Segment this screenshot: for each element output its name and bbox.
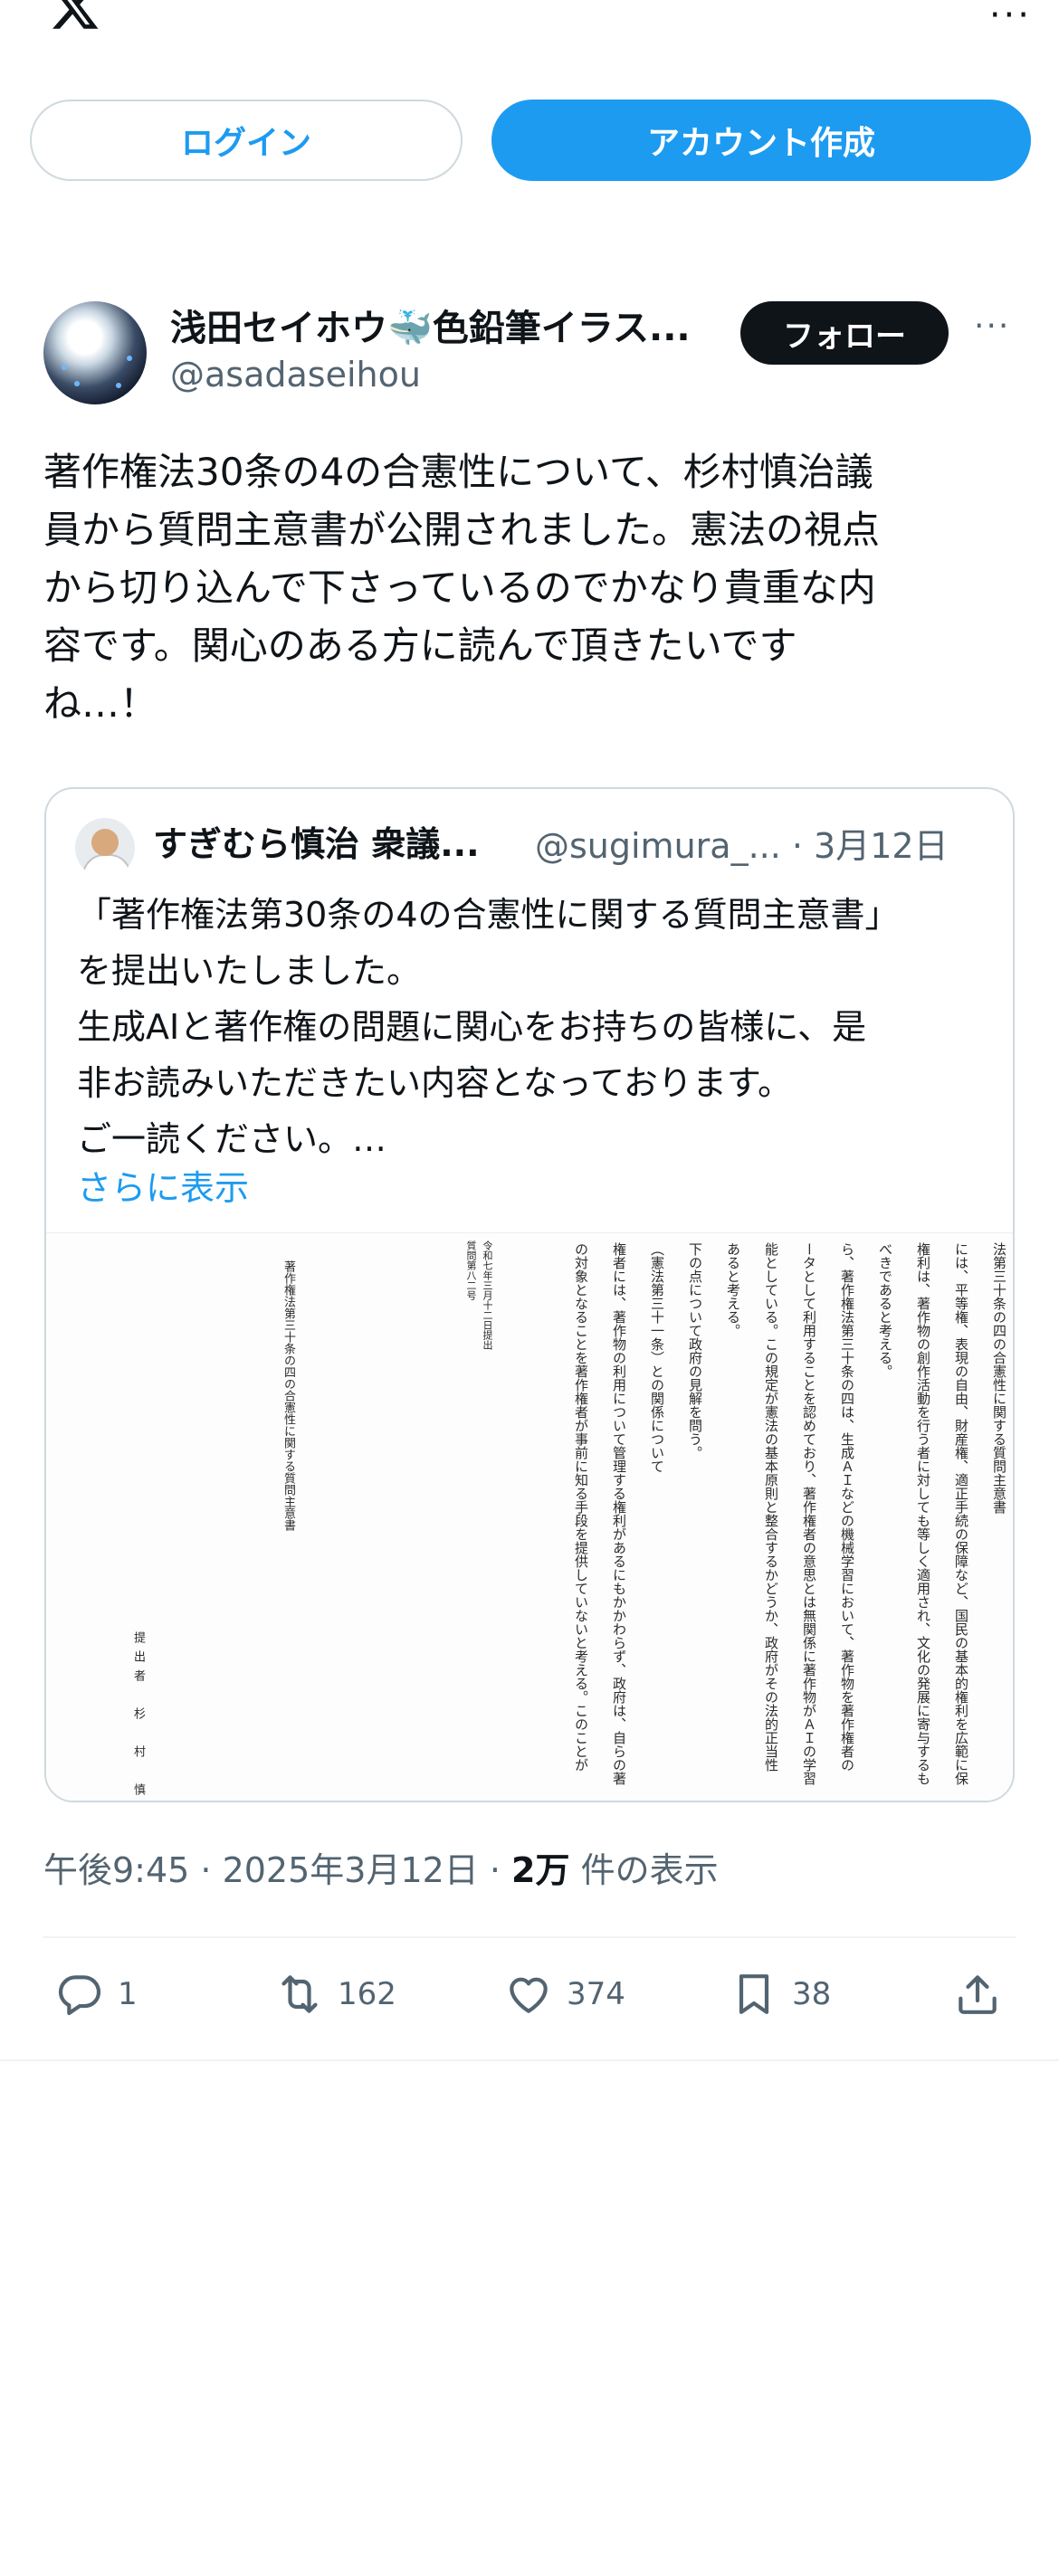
bookmark-button[interactable]: 38: [729, 1969, 831, 2020]
doc-body-column: （憲法第三十一条）との関係について: [649, 1242, 665, 1473]
doc-body-column: ら、著作権法第三十条の四は、生成ＡＩなどの機械学習において、著作物を著作権者の: [839, 1242, 855, 1772]
doc-body-column: 下の点について政府の見解を問う。: [687, 1242, 703, 1459]
follow-button[interactable]: フォロー: [740, 301, 949, 365]
divider: [43, 1936, 1016, 1938]
show-more-link[interactable]: さらに表示: [77, 1160, 249, 1210]
doc-body-column: 権利は、著作物の創作活動を行う者に対しても等しく適用され、文化の発展に寄与するも: [915, 1242, 931, 1785]
x-logo-icon[interactable]: [43, 0, 107, 33]
doc-body-column: 能としている。この規定が憲法の基本原則と整合するかどうか、政府がその法的正当性: [763, 1242, 779, 1772]
quoted-post-text: 「著作権法第30条の4の合憲性に関する質問主意書」 を提出いたしました。 生成A…: [77, 895, 900, 1159]
doc-body-column: あると考える。: [725, 1242, 741, 1337]
doc-title: 著作権法第三十条の四の合憲性に関する質問主意書: [281, 1260, 295, 1531]
doc-body-column: べきであると考える。: [877, 1242, 893, 1378]
view-count-label: 件の表示: [569, 1850, 719, 1890]
doc-body-column: の対象となることを著作権者が事前に知る手段を提供していないと考える。このことが: [573, 1242, 589, 1772]
quoted-post[interactable]: すぎむら慎治 衆議... @sugimura_... · 3月12日 「著作権法…: [44, 787, 1015, 1802]
bookmark-icon: [739, 1974, 769, 2014]
share-icon: [959, 1975, 997, 2014]
doc-body-column: ータとして利用することを認めており、著作権者の意思とは無関係に著作物がＡＩの学習: [801, 1242, 817, 1785]
post-timestamp[interactable]: 午後9:45 · 2025年3月12日 ·: [43, 1850, 511, 1890]
repost-count: 162: [338, 1976, 396, 2012]
like-count: 374: [567, 1976, 625, 2012]
author-handle[interactable]: @asadaseihou: [170, 355, 421, 394]
doc-body-column: には、平等権、表現の自由、財産権、適正手続の保障など、国民の基本的権利を広範に保: [953, 1242, 969, 1785]
reply-button[interactable]: 1: [54, 1969, 138, 2020]
login-button[interactable]: ログイン: [30, 100, 463, 181]
reply-icon: [58, 1975, 101, 2016]
quoted-author-handle-date[interactable]: @sugimura_... · 3月12日: [535, 818, 949, 868]
view-count: 2万: [511, 1850, 570, 1890]
post-text: 著作権法30条の4の合憲性について、杉村慎治議 員から質問主意書が公開されました…: [43, 450, 881, 726]
doc-number-line: 質問第八二号: [465, 1240, 477, 1300]
divider: [0, 2059, 1059, 2061]
doc-submitter: 提出者 杉 村 慎: [131, 1631, 145, 1802]
doc-body-column: 法第三十条の四の合憲性に関する質問主意書: [991, 1242, 1007, 1514]
like-button[interactable]: 374: [503, 1969, 625, 2020]
more-options-icon[interactable]: ···: [989, 0, 1032, 36]
attached-document-image[interactable]: 著作権法第三十条の四の合憲性に関する質問主意書 令和七年三月十二日提出 質問第八…: [46, 1232, 1013, 1802]
create-account-button[interactable]: アカウント作成: [491, 100, 1031, 181]
doc-date-line: 令和七年三月十二日提出: [482, 1240, 493, 1350]
bookmark-count: 38: [792, 1976, 832, 2012]
quoted-author-name[interactable]: すぎむら慎治 衆議...: [153, 816, 515, 866]
reply-count: 1: [118, 1976, 138, 2012]
repost-icon: [281, 1975, 318, 2013]
repost-button[interactable]: 162: [274, 1969, 396, 2020]
heart-icon: [510, 1977, 548, 2013]
doc-body-column: 権者には、著作物の利用について管理する権利があるにもかかわらず、政府は、自らの著: [611, 1242, 627, 1785]
post-meta: 午後9:45 · 2025年3月12日 · 2万 件の表示: [43, 1842, 719, 1892]
author-name[interactable]: 浅田セイホウ🐳色鉛筆イラス...: [170, 299, 722, 351]
author-avatar[interactable]: [43, 301, 147, 404]
quoted-author-avatar[interactable]: [75, 818, 135, 878]
post-more-icon[interactable]: ···: [974, 308, 1010, 345]
share-button[interactable]: [952, 1969, 1016, 2020]
